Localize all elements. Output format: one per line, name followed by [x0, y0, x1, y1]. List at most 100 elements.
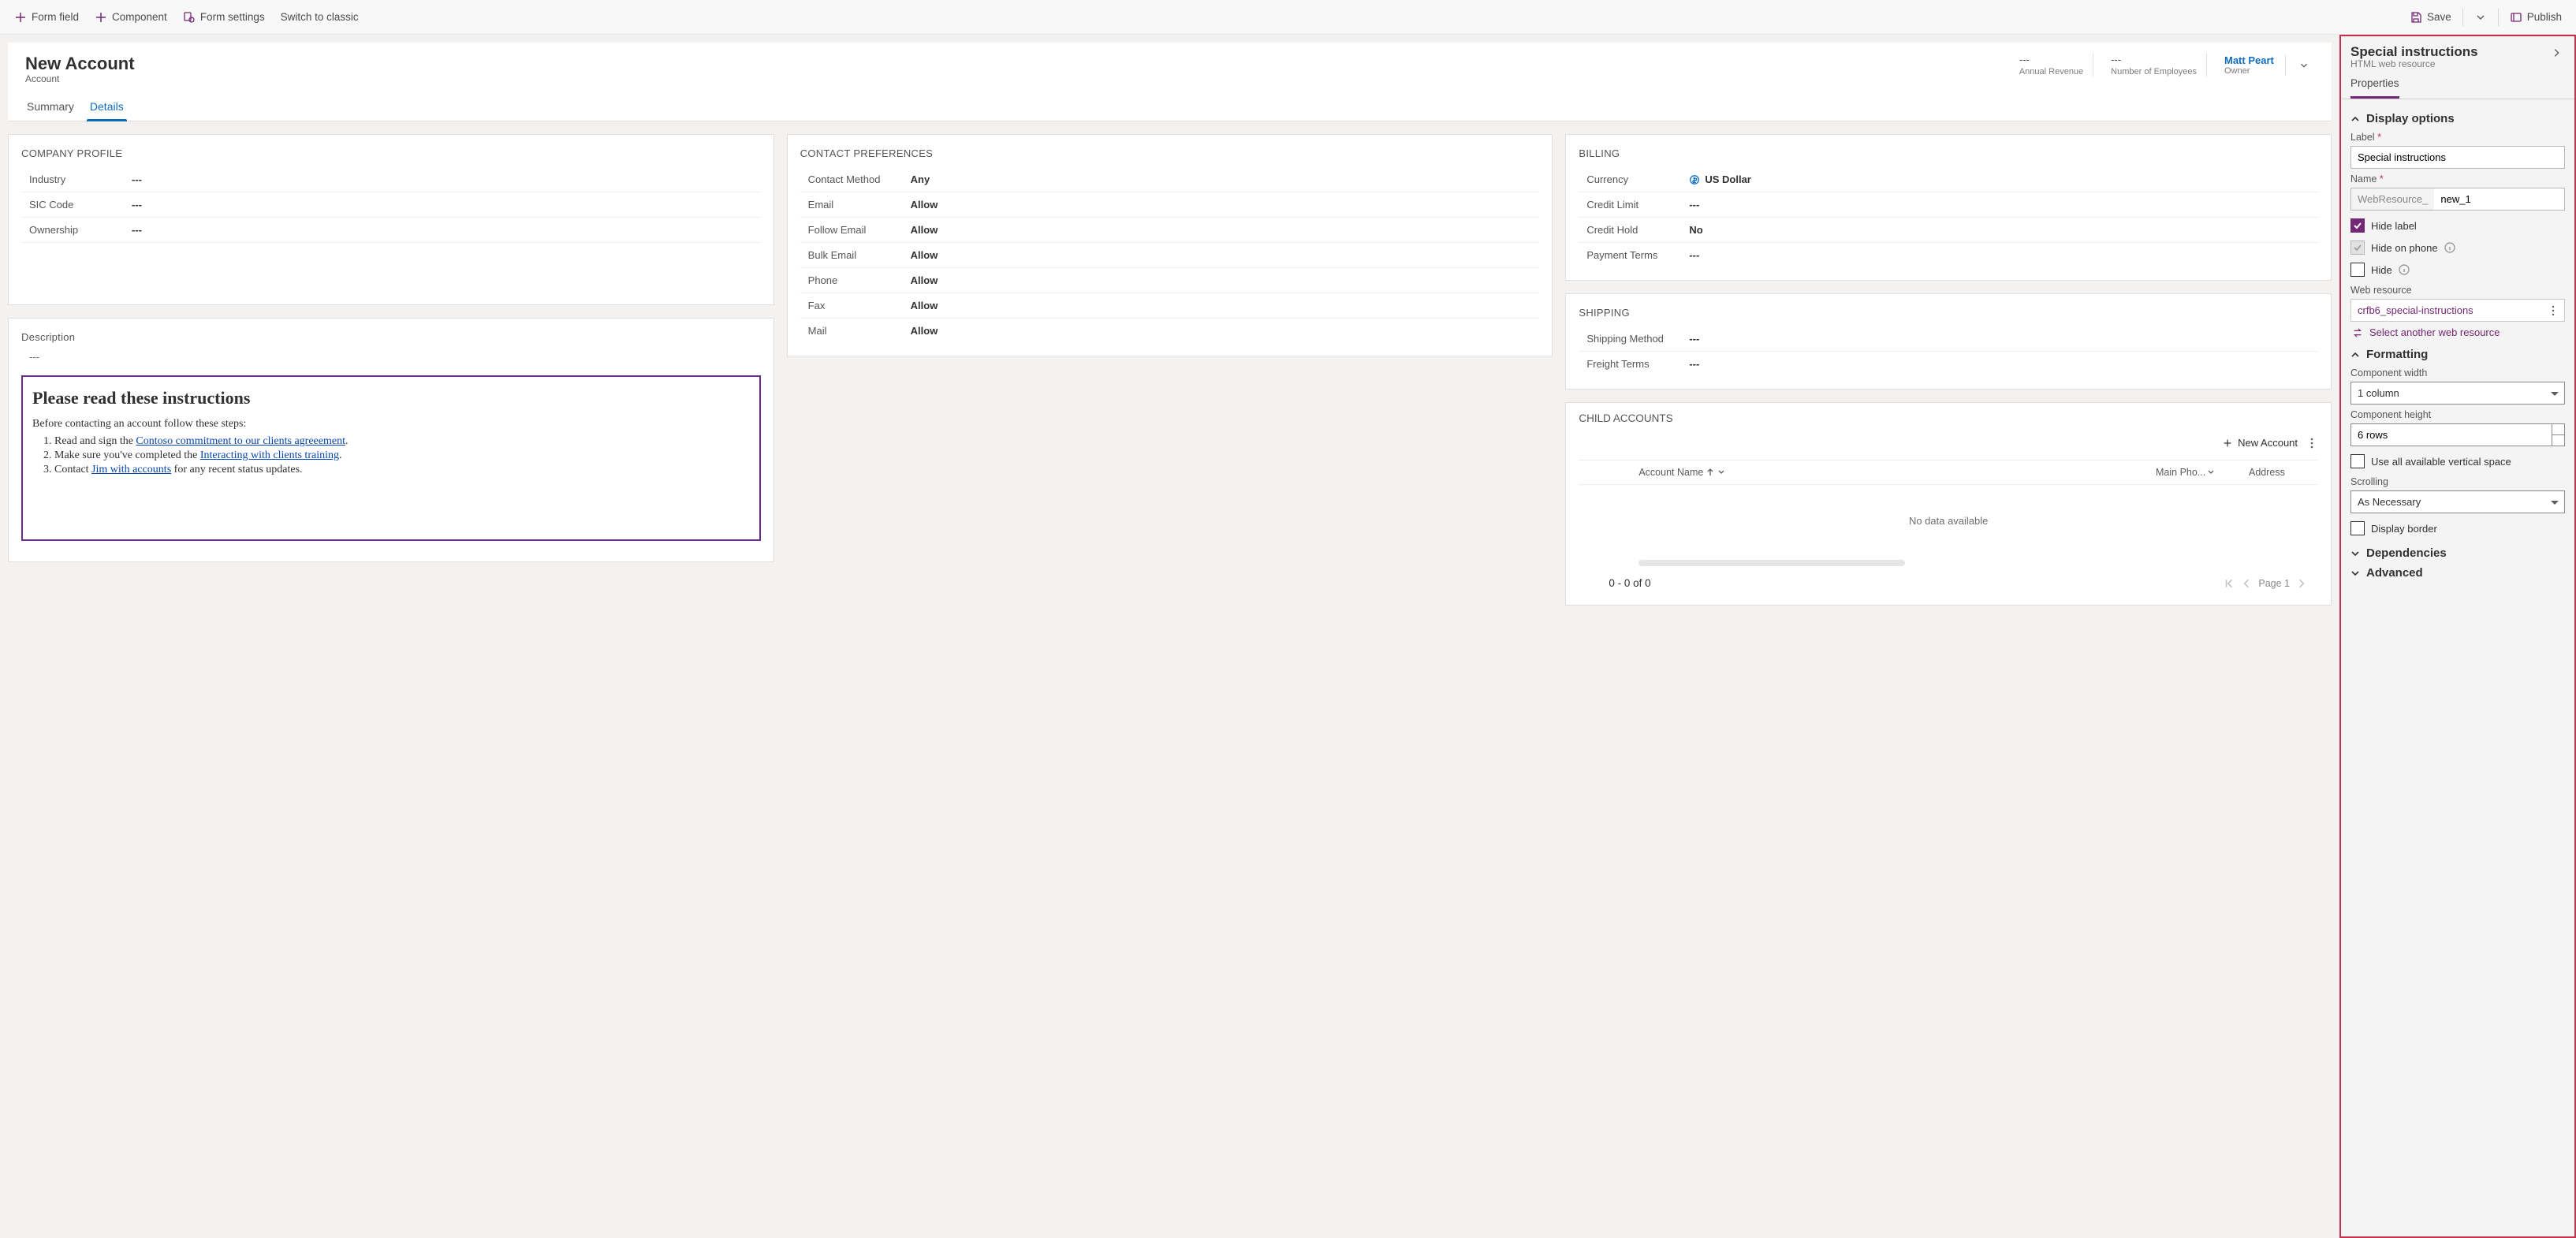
- field-phone[interactable]: PhoneAllow: [800, 268, 1540, 293]
- field-currency[interactable]: Currency US Dollar: [1579, 167, 2318, 192]
- field-value: Allow: [911, 249, 938, 261]
- field-label: Freight Terms: [1579, 358, 1689, 370]
- select-another-webresource-link[interactable]: Select another web resource: [2350, 322, 2565, 343]
- webres-text: Read and sign the: [54, 435, 136, 447]
- special-instructions-webresource[interactable]: Please read these instructions Before co…: [21, 375, 761, 541]
- display-border-checkbox[interactable]: Display border: [2350, 521, 2565, 535]
- header-stat-revenue[interactable]: --- Annual Revenue: [2010, 54, 2093, 76]
- more-icon[interactable]: [2548, 305, 2558, 316]
- contact-preferences-section[interactable]: CONTACT PREFERENCES Contact MethodAny Em…: [787, 134, 1553, 356]
- webres-link-jim[interactable]: Jim with accounts: [91, 464, 171, 475]
- field-label: Phone: [800, 274, 911, 286]
- section-title: BILLING: [1579, 147, 2318, 159]
- col-main-phone[interactable]: Main Pho...: [2156, 467, 2227, 478]
- field-credit-limit[interactable]: Credit Limit---: [1579, 192, 2318, 218]
- component-width-select[interactable]: 1 column: [2350, 382, 2565, 405]
- child-accounts-section[interactable]: CHILD ACCOUNTS New Account Accoun: [1565, 402, 2332, 606]
- field-freight-terms[interactable]: Freight Terms---: [1579, 352, 2318, 376]
- field-label: Bulk Email: [800, 249, 911, 261]
- section-formatting[interactable]: Formatting: [2350, 348, 2565, 361]
- webres-link-commitment[interactable]: Contoso commitment to our clients agreee…: [136, 435, 345, 447]
- switch-to-classic-button[interactable]: Switch to classic: [273, 6, 367, 28]
- page-prev-icon[interactable]: [2241, 578, 2252, 589]
- field-value: ---: [1689, 358, 1699, 370]
- shipping-section[interactable]: SHIPPING Shipping Method--- Freight Term…: [1565, 293, 2332, 390]
- field-follow-email[interactable]: Follow EmailAllow: [800, 218, 1540, 243]
- webres-link-training[interactable]: Interacting with clients training: [200, 449, 339, 461]
- label-name: Name: [2350, 173, 2565, 185]
- more-commands-button[interactable]: [2306, 437, 2318, 449]
- field-label: Contact Method: [800, 173, 911, 185]
- field-shipping-method[interactable]: Shipping Method---: [1579, 326, 2318, 352]
- header-expand-button[interactable]: [2294, 55, 2314, 76]
- label-input[interactable]: [2350, 146, 2565, 169]
- webres-text: Contact: [54, 464, 91, 475]
- field-payment-terms[interactable]: Payment Terms---: [1579, 243, 2318, 267]
- field-bulk-email[interactable]: Bulk EmailAllow: [800, 243, 1540, 268]
- header-owner[interactable]: Matt Peart Owner: [2215, 54, 2286, 76]
- subgrid-pager: Page 1: [2224, 578, 2307, 589]
- field-mail[interactable]: MailAllow: [800, 319, 1540, 343]
- hide-checkbox[interactable]: Hide: [2350, 263, 2565, 277]
- component-button[interactable]: Component: [87, 6, 175, 28]
- hide-label-checkbox[interactable]: Hide label: [2350, 218, 2565, 233]
- page-first-icon[interactable]: [2224, 578, 2235, 589]
- component-height-input[interactable]: [2350, 423, 2565, 446]
- webres-text: .: [345, 435, 349, 447]
- description-section[interactable]: Description --- Please read these instru…: [8, 318, 774, 562]
- tab-summary[interactable]: Summary: [25, 95, 76, 121]
- tab-details[interactable]: Details: [88, 95, 125, 121]
- col-address[interactable]: Address: [2249, 467, 2312, 478]
- divider: [2498, 9, 2499, 26]
- save-options-button[interactable]: [2466, 6, 2495, 28]
- scrolling-select[interactable]: As Necessary: [2350, 490, 2565, 513]
- field-industry[interactable]: Industry ---: [21, 167, 761, 192]
- field-contact-method[interactable]: Contact MethodAny: [800, 167, 1540, 192]
- field-label: Mail: [800, 325, 911, 337]
- billing-section[interactable]: BILLING Currency US Dollar Credit Limit-…: [1565, 134, 2332, 281]
- component-height-spinner[interactable]: [2350, 423, 2565, 446]
- form-field-button[interactable]: Form field: [6, 6, 87, 28]
- check-icon: [2353, 243, 2362, 252]
- webresource-picker[interactable]: crfb6_special-instructions: [2350, 299, 2565, 322]
- chevron-down-icon: [2298, 60, 2309, 71]
- hide-on-phone-checkbox[interactable]: Hide on phone: [2350, 241, 2565, 255]
- field-credit-hold[interactable]: Credit HoldNo: [1579, 218, 2318, 243]
- section-title: Description: [21, 331, 761, 343]
- page-next-icon[interactable]: [2296, 578, 2307, 589]
- header-stat-employees[interactable]: --- Number of Employees: [2101, 54, 2207, 76]
- section-label: Dependencies: [2366, 546, 2447, 560]
- page-indicator: Page 1: [2258, 578, 2290, 589]
- field-value: Allow: [911, 325, 938, 337]
- field-fax[interactable]: FaxAllow: [800, 293, 1540, 319]
- webres-heading: Please read these instructions: [32, 388, 750, 408]
- form-tabs: Summary Details: [8, 84, 2332, 121]
- check-label: Use all available vertical space: [2371, 456, 2511, 468]
- section-display-options[interactable]: Display options: [2350, 112, 2565, 125]
- col-account-name[interactable]: Account Name: [1638, 467, 2134, 478]
- subgrid-scrollbar[interactable]: [1638, 560, 1905, 566]
- field-ownership[interactable]: Ownership ---: [21, 218, 761, 243]
- publish-button[interactable]: Publish: [2502, 6, 2570, 28]
- company-profile-section[interactable]: COMPANY PROFILE Industry --- SIC Code --…: [8, 134, 774, 305]
- save-button[interactable]: Save: [2402, 6, 2459, 28]
- tab-properties[interactable]: Properties: [2350, 77, 2399, 99]
- field-value: No: [1689, 224, 1702, 236]
- field-email[interactable]: EmailAllow: [800, 192, 1540, 218]
- field-value: ---: [1689, 199, 1699, 211]
- property-tabs: Properties: [2341, 69, 2574, 99]
- swap-icon: [2352, 327, 2363, 338]
- collapse-pane-button[interactable]: [2548, 44, 2565, 62]
- section-dependencies[interactable]: Dependencies: [2350, 546, 2565, 560]
- use-all-space-checkbox[interactable]: Use all available vertical space: [2350, 454, 2565, 468]
- add-new-account-button[interactable]: New Account: [2217, 434, 2302, 452]
- property-title: Special instructions: [2350, 44, 2478, 60]
- field-sic-code[interactable]: SIC Code ---: [21, 192, 761, 218]
- check-label: Display border: [2371, 523, 2437, 535]
- form-settings-button[interactable]: Form settings: [175, 6, 273, 28]
- publish-icon: [2510, 11, 2522, 24]
- name-input[interactable]: [2434, 188, 2565, 211]
- subgrid-range: 0 - 0 of 0: [1609, 577, 1650, 589]
- section-advanced[interactable]: Advanced: [2350, 566, 2565, 580]
- chevron-down-icon: [2474, 11, 2487, 24]
